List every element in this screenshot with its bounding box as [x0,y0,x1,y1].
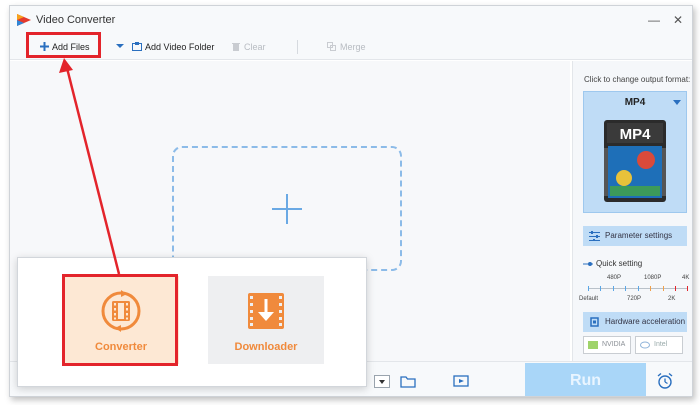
close-button[interactable]: ✕ [669,12,687,28]
title-bar: Video Converter — ✕ [10,6,692,34]
slider-label-720p: 720P [627,296,642,302]
converter-highlight [62,274,178,366]
output-format-name: MP4 [624,97,646,108]
clear-button[interactable]: Clear [232,40,266,54]
slider-label-480p: 480P [607,275,622,281]
slider-label-4k: 4K [682,275,690,281]
app-logo-icon [17,14,31,26]
app-title: Video Converter [36,14,116,26]
slider-label-2k: 2K [668,296,676,302]
output-preview-icon[interactable] [453,374,469,388]
downloader-label: Downloader [234,341,298,353]
output-folder-dropdown[interactable] [374,375,390,388]
drop-zone[interactable] [172,146,402,271]
caret-down-icon [673,100,681,105]
run-button[interactable]: Run [525,363,646,396]
mp4-badge-text: MP4 [620,126,652,143]
add-files-highlight [26,32,101,58]
intel-label: Intel [654,341,668,348]
nvidia-label: NVIDIA [602,341,626,348]
merge-icon [327,42,336,51]
slider-label-1080p: 1080P [644,275,662,281]
minimize-button[interactable]: — [645,12,663,28]
output-format-label: Click to change output format: [584,75,691,84]
add-files-dropdown[interactable] [116,40,124,54]
quick-setting-label: Quick setting [596,259,643,268]
trash-icon [232,43,240,51]
toolbar-divider [297,40,298,54]
quick-setting-icon [583,262,593,266]
intel-badge[interactable]: Intel [635,336,683,354]
intel-logo-icon [640,341,650,349]
plus-icon [272,194,302,224]
open-folder-icon[interactable] [400,374,416,388]
nvidia-badge[interactable]: NVIDIA [583,336,631,354]
clear-label: Clear [244,42,266,52]
hardware-acceleration-label: Hardware acceleration [605,317,686,326]
toolbar: Add Files Add Video Folder Clear Merge [10,34,692,60]
downloader-icon [248,293,284,329]
mp4-format-icon: MP4 [604,120,666,202]
chevron-down-icon [379,380,385,384]
folder-icon [132,42,142,51]
output-settings-panel: Click to change output format: MP4 MP4 P… [572,61,692,361]
merge-label: Merge [340,42,366,52]
slider-label-default: Default [579,296,599,302]
quality-slider[interactable] [588,284,688,293]
add-video-folder-button[interactable]: Add Video Folder [132,40,214,54]
sliders-icon [589,231,600,241]
chip-icon [590,317,599,327]
parameter-settings-button[interactable]: Parameter settings [583,226,687,246]
add-video-folder-label: Add Video Folder [145,42,215,52]
chevron-down-icon [116,44,124,48]
output-format-selector[interactable]: MP4 MP4 [583,91,687,213]
alarm-clock-icon[interactable] [656,372,674,390]
nvidia-logo-icon [588,341,598,349]
parameter-settings-label: Parameter settings [605,231,673,240]
merge-button[interactable]: Merge [327,40,366,54]
downloader-tile[interactable]: Downloader [208,276,324,364]
hardware-acceleration-button[interactable]: Hardware acceleration [583,312,687,332]
